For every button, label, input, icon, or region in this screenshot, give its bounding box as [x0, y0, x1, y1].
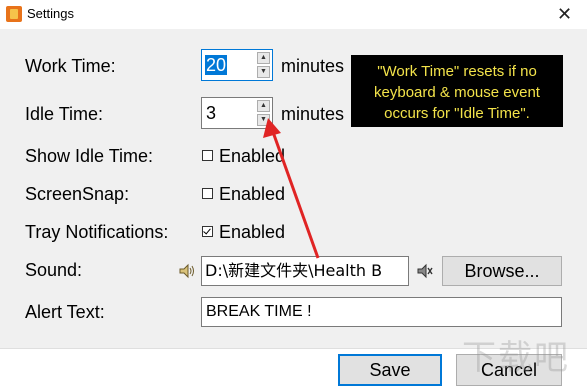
idle-time-down-arrow-icon[interactable]: ▼ [257, 114, 270, 126]
help-tooltip: "Work Time" resets if no keyboard & mous… [351, 55, 563, 127]
tray-notifications-option: Enabled [219, 222, 286, 242]
work-time-label: Work Time: [25, 56, 116, 76]
screensnap-label: ScreenSnap: [25, 184, 130, 204]
work-time-down-arrow-icon[interactable]: ▼ [257, 66, 270, 78]
show-idle-time-label: Show Idle Time: [25, 146, 154, 166]
idle-time-unit: minutes [281, 104, 345, 124]
screensnap-checkbox[interactable]: Enabled [202, 184, 285, 205]
screensnap-option: Enabled [219, 184, 286, 204]
tray-notifications-label: Tray Notifications: [25, 222, 169, 242]
tooltip-line-3: occurs for "Idle Time". [384, 105, 530, 122]
mute-icon[interactable] [416, 262, 434, 280]
sound-path-field[interactable]: D:\新建文件夹\Health B [201, 256, 409, 286]
checkbox-unchecked-icon[interactable] [202, 150, 213, 161]
idle-time-label: Idle Time: [25, 104, 104, 124]
close-button[interactable]: ✕ [542, 0, 587, 29]
speaker-icon[interactable] [178, 262, 196, 280]
browse-button[interactable]: Browse... [442, 256, 562, 286]
settings-panel: Work Time: 20 ▲ ▼ minutes Idle Time: 3 ▲… [0, 29, 587, 348]
work-time-up-arrow-icon[interactable]: ▲ [257, 52, 270, 64]
watermark-logo: 下载吧 [462, 338, 570, 378]
alert-text-label: Alert Text: [25, 302, 105, 322]
sound-label: Sound: [25, 260, 83, 280]
tooltip-line-2: keyboard & mouse event [374, 84, 540, 101]
window-title: Settings [27, 6, 74, 21]
checkbox-unchecked-icon[interactable] [202, 188, 213, 199]
app-icon [6, 6, 22, 22]
tray-notifications-checkbox[interactable]: Enabled [202, 222, 285, 243]
work-time-value[interactable]: 20 [205, 55, 228, 75]
idle-time-spinner[interactable]: 3 ▲ ▼ [201, 97, 273, 129]
work-time-spinner[interactable]: 20 ▲ ▼ [201, 49, 273, 81]
show-idle-time-checkbox[interactable]: Enabled [202, 146, 285, 167]
title-bar: Settings ✕ [0, 0, 587, 30]
checkbox-checked-icon[interactable] [202, 226, 213, 237]
tooltip-line-1: "Work Time" resets if no [377, 63, 537, 80]
work-time-unit: minutes [281, 56, 345, 76]
alert-text-field[interactable]: BREAK TIME ! [201, 297, 562, 327]
idle-time-value[interactable]: 3 [205, 103, 217, 123]
idle-time-up-arrow-icon[interactable]: ▲ [257, 100, 270, 112]
save-button[interactable]: Save [338, 354, 442, 386]
show-idle-time-option: Enabled [219, 146, 286, 166]
